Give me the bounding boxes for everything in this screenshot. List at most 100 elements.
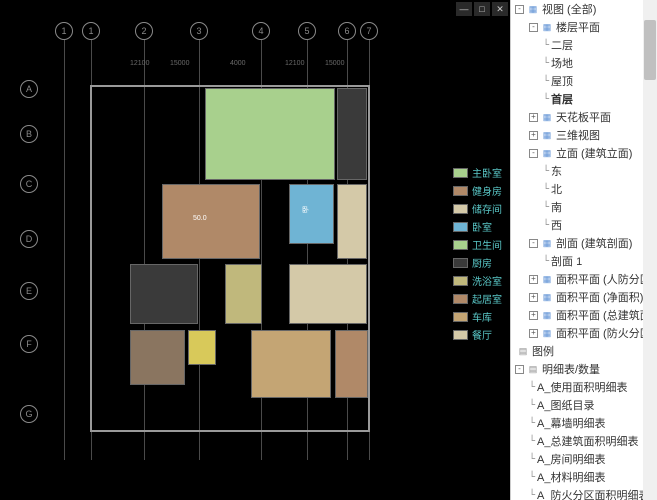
- wall: [90, 430, 370, 432]
- view-icon: ▦: [541, 147, 553, 159]
- legend-item: 起居室: [453, 291, 502, 306]
- tree-item[interactable]: -▦楼层平面: [511, 18, 657, 36]
- tree-item[interactable]: -▦立面 (建筑立面): [511, 144, 657, 162]
- tree-item[interactable]: ▤图例: [511, 342, 657, 360]
- grid-bubble: G: [20, 405, 38, 423]
- close-button[interactable]: ✕: [492, 2, 508, 16]
- tree-item[interactable]: └A_防火分区面积明细表: [511, 486, 657, 500]
- tree-item[interactable]: └东: [511, 162, 657, 180]
- tree-item[interactable]: └北: [511, 180, 657, 198]
- tree-label: A_使用面积明细表: [537, 379, 627, 395]
- expand-icon[interactable]: +: [529, 113, 538, 122]
- expand-icon[interactable]: +: [529, 275, 538, 284]
- tree-label: 场地: [551, 55, 573, 71]
- tree-label: 东: [551, 163, 562, 179]
- room-living[interactable]: 50.0: [162, 184, 260, 259]
- tree-label: 二层: [551, 37, 573, 53]
- room-dining[interactable]: [289, 264, 367, 324]
- tree-item[interactable]: +▦三维视图: [511, 126, 657, 144]
- room-kitchen[interactable]: [337, 88, 367, 180]
- view-icon: ▦: [541, 21, 553, 33]
- room-dark[interactable]: [130, 264, 198, 324]
- tree-item[interactable]: +▦面积平面 (防火分区面积): [511, 324, 657, 342]
- dim-text: 12100: [130, 60, 149, 67]
- view-icon: ▦: [541, 309, 553, 321]
- tree-item[interactable]: └A_房间明细表: [511, 450, 657, 468]
- tree-item[interactable]: -▤明细表/数量: [511, 360, 657, 378]
- expand-icon[interactable]: +: [529, 329, 538, 338]
- tree-item[interactable]: └西: [511, 216, 657, 234]
- grid-bubble: 1: [82, 22, 100, 40]
- tree-item[interactable]: +▦面积平面 (总建筑面积): [511, 306, 657, 324]
- expand-icon[interactable]: +: [529, 311, 538, 320]
- maximize-button[interactable]: □: [474, 2, 490, 16]
- tree-item[interactable]: └场地: [511, 54, 657, 72]
- tree-label: 视图 (全部): [542, 1, 596, 17]
- collapse-icon[interactable]: -: [529, 239, 538, 248]
- tree-item[interactable]: └A_材料明细表: [511, 468, 657, 486]
- expand-icon[interactable]: +: [529, 131, 538, 140]
- room-bedroom[interactable]: 卧: [289, 184, 334, 244]
- grid-line: [144, 40, 145, 460]
- tree-label: A_房间明细表: [537, 451, 605, 467]
- room-other[interactable]: [335, 330, 368, 398]
- wall: [90, 85, 370, 87]
- collapse-icon[interactable]: -: [529, 23, 538, 32]
- view-icon: ▦: [541, 327, 553, 339]
- tree-label: 立面 (建筑立面): [556, 145, 632, 161]
- tree-item[interactable]: └二层: [511, 36, 657, 54]
- grid-bubble: A: [20, 80, 38, 98]
- tree-item[interactable]: └A_使用面积明细表: [511, 378, 657, 396]
- cad-viewport[interactable]: — □ ✕ 1 1 2 3 4 5 6 7 A B C D E F G 1210…: [0, 0, 510, 500]
- tree-item[interactable]: └剖面 1: [511, 252, 657, 270]
- expand-icon[interactable]: +: [529, 293, 538, 302]
- tree-label: 天花板平面: [556, 109, 611, 125]
- tree-item[interactable]: └A_图纸目录: [511, 396, 657, 414]
- tree-item[interactable]: +▦面积平面 (人防分区面积): [511, 270, 657, 288]
- tree-label: A_防火分区面积明细表: [537, 487, 649, 500]
- dim-text: 15000: [170, 60, 189, 67]
- tree-label: 图例: [532, 343, 554, 359]
- view-icon: ▦: [541, 273, 553, 285]
- grid-bubble: 7: [360, 22, 378, 40]
- grid-bubble: F: [20, 335, 38, 353]
- legend-item: 洗浴室: [453, 273, 502, 288]
- tree-item[interactable]: -▦视图 (全部): [511, 0, 657, 18]
- room-gym[interactable]: [130, 330, 185, 385]
- tree-item[interactable]: └首层: [511, 90, 657, 108]
- tree-item[interactable]: └A_幕墙明细表: [511, 414, 657, 432]
- grid-bubble: E: [20, 282, 38, 300]
- tree-label: 首层: [551, 91, 573, 107]
- tree-label: A_总建筑面积明细表: [537, 433, 638, 449]
- project-browser[interactable]: -▦视图 (全部)-▦楼层平面└二层└场地└屋顶└首层+▦天花板平面+▦三维视图…: [510, 0, 657, 500]
- collapse-icon[interactable]: -: [529, 149, 538, 158]
- legend: 主卧室 健身房 储存间 卧室 卫生间 厨房 洗浴室 起居室 车库 餐厅: [453, 165, 502, 345]
- tree-item[interactable]: +▦天花板平面: [511, 108, 657, 126]
- room-master-bedroom[interactable]: [205, 88, 335, 180]
- scroll-thumb[interactable]: [644, 20, 656, 80]
- view-icon: ▦: [541, 291, 553, 303]
- tree-item[interactable]: └A_总建筑面积明细表: [511, 432, 657, 450]
- collapse-icon[interactable]: -: [515, 365, 524, 374]
- tree-item[interactable]: └屋顶: [511, 72, 657, 90]
- tree-label: 明细表/数量: [542, 361, 600, 377]
- legend-item: 储存间: [453, 201, 502, 216]
- view-icon: ▦: [527, 3, 539, 15]
- room-storage[interactable]: [337, 184, 367, 259]
- legend-item: 卫生间: [453, 237, 502, 252]
- room-bath[interactable]: [225, 264, 262, 324]
- grid-bubble: C: [20, 175, 38, 193]
- legend-item: 餐厅: [453, 327, 502, 342]
- tree-item[interactable]: -▦剖面 (建筑剖面): [511, 234, 657, 252]
- tree-label: 剖面 1: [551, 253, 582, 269]
- room-wc[interactable]: [188, 330, 216, 365]
- legend-item: 车库: [453, 309, 502, 324]
- tree-item[interactable]: +▦面积平面 (净面积): [511, 288, 657, 306]
- scrollbar[interactable]: [643, 0, 657, 500]
- room-garage[interactable]: [251, 330, 331, 398]
- legend-item: 健身房: [453, 183, 502, 198]
- tree-item[interactable]: └南: [511, 198, 657, 216]
- collapse-icon[interactable]: -: [515, 5, 524, 14]
- minimize-button[interactable]: —: [456, 2, 472, 16]
- tree-label: A_图纸目录: [537, 397, 594, 413]
